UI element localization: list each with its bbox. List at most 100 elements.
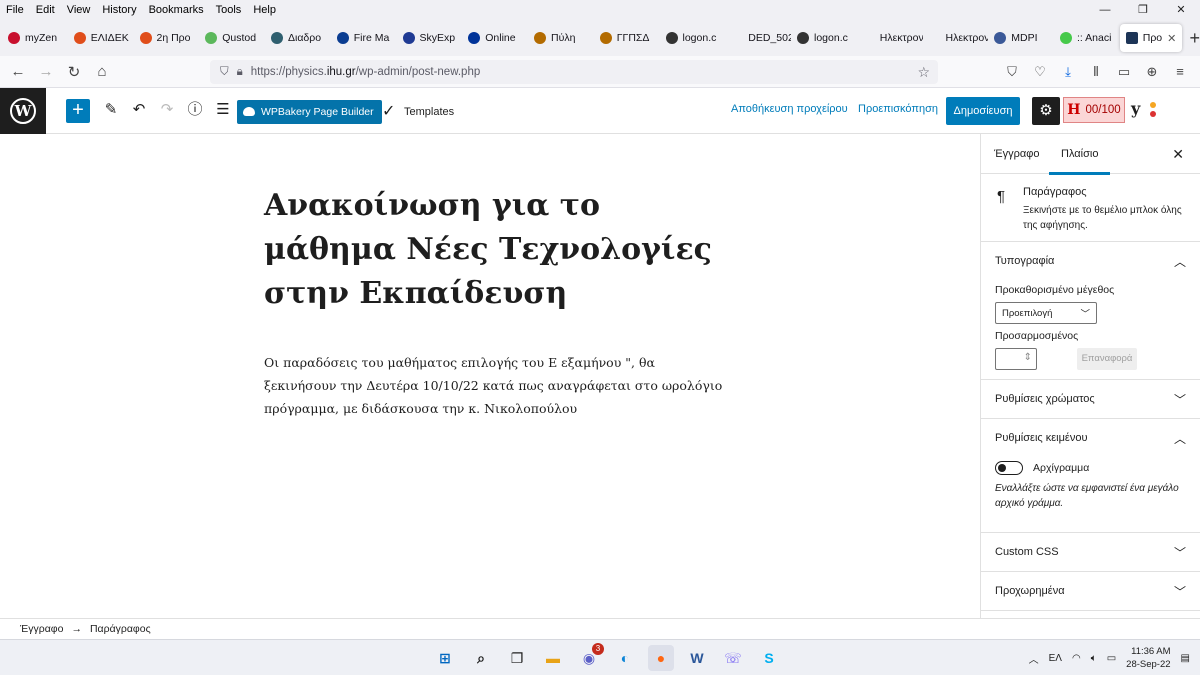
browser-tab[interactable]: Fire Ma [331,24,397,52]
paragraph-block[interactable]: Οι παραδόσεις του μαθήματος επιλογής του… [264,351,724,420]
browser-tab[interactable]: Διαδρο [265,24,331,52]
custom-size-row: Επαναφορά [995,348,1200,370]
browser-tab[interactable]: ΓΓΠΣΔ [594,24,660,52]
dropcap-help: Εναλλάξτε ώστε να εμφανιστεί ένα μεγάλο … [995,483,1179,509]
restore-icon[interactable]: ❐ [1124,0,1162,20]
file-explorer-icon[interactable]: ▬ [540,645,566,671]
url-text: https://physics.ihu.gr/wp-admin/post-new… [250,66,481,78]
sidebar-icon[interactable]: ▭ [1112,60,1136,84]
language-indicator[interactable]: ΕΛ [1049,653,1062,664]
browser-tab[interactable]: :: Anaci [1054,24,1120,52]
tab-close-icon[interactable]: ✕ [1167,32,1176,45]
tab-block[interactable]: Πλαίσιο [1048,148,1112,175]
color-settings-toggle[interactable]: Ρυθμίσεις χρώματος ﹀ [981,380,1200,418]
minimize-icon[interactable]: — [1086,0,1124,20]
back-icon[interactable]: ← [4,63,32,80]
browser-tab[interactable]: ΕΛΙΔΕΚ [68,24,134,52]
typography-toggle[interactable]: Τυπογραφία ︿ [981,242,1200,280]
breadcrumb-document[interactable]: Έγγραφο [20,623,63,635]
chat-icon[interactable]: ◉ 3 [576,643,604,671]
browser-tab[interactable]: Ηλεκτρονικ [923,24,988,52]
browser-tab[interactable]: Ηλεκτρονικ [857,24,923,52]
browser-tab[interactable]: Qustod [199,24,265,52]
list-view-icon[interactable]: ☰ [213,100,233,120]
clock[interactable]: 11:36 AM 28-Sep-22 [1126,645,1170,671]
browser-tab[interactable]: logon.c [791,24,857,52]
search-icon[interactable]: ⌕ [468,645,494,671]
skype-icon[interactable]: S [756,645,782,671]
publish-button[interactable]: Δημοσίευση [946,97,1020,125]
pocket-icon[interactable]: ⛉ [1000,60,1024,84]
redo-icon[interactable]: ↷ [157,100,177,120]
home-icon[interactable]: ⌂ [88,63,116,80]
browser-tab[interactable]: Πύλη [528,24,594,52]
browser-tab[interactable]: Online [462,24,528,52]
library-icon[interactable]: ⫴ [1084,60,1108,84]
preview-button[interactable]: Προεπισκόπηση [858,103,938,115]
word-icon[interactable]: W [684,645,710,671]
advanced-toggle[interactable]: Προχωρημένα ﹀ [981,572,1200,610]
new-tab-icon[interactable]: + [1190,24,1200,52]
menu-history[interactable]: History [96,0,142,20]
chevron-up-icon[interactable]: ︿ [1029,651,1039,666]
browser-tab[interactable]: DED_5027 [725,24,791,52]
extensions-icon[interactable]: ⊕ [1140,60,1164,84]
firefox-icon[interactable]: ● [648,645,674,671]
templates-button[interactable]: ✓ Templates [382,100,454,124]
edit-pencil-icon[interactable]: ✎ [101,100,121,120]
edge-icon[interactable]: ◐ [612,645,638,671]
tab-label: myZen [25,32,58,44]
wifi-icon[interactable]: ◠ [1072,653,1081,664]
browser-tab[interactable]: MDPI [988,24,1054,52]
wpbakery-button[interactable]: WPBakery Page Builder [237,100,382,124]
menu-edit[interactable]: Edit [30,0,61,20]
menu-tools[interactable]: Tools [210,0,248,20]
shield-check-icon[interactable]: ♡ [1028,60,1052,84]
lock-icon[interactable]: 🔒︎ [237,66,243,79]
color-settings-panel: Ρυθμίσεις χρώματος ﹀ [981,380,1200,419]
reload-icon[interactable]: ↻ [60,63,88,81]
download-icon[interactable]: ⤓ [1056,60,1080,84]
hamburger-menu-icon[interactable]: ≡ [1168,60,1192,84]
seo-score-button[interactable]: H 00/100 [1063,97,1125,123]
speaker-icon[interactable]: 🔈︎ [1091,653,1097,664]
add-block-button[interactable]: + [66,99,90,123]
dropcap-label: Αρχίγραμμα [1033,462,1090,474]
notification-icon[interactable]: ▤ [1181,653,1190,664]
browser-tab-active[interactable]: Προ ✕ [1119,24,1182,52]
custom-size-input[interactable] [995,348,1037,370]
menu-help[interactable]: Help [247,0,282,20]
undo-icon[interactable]: ↶ [129,100,149,120]
close-icon[interactable]: ✕ [1172,146,1184,163]
forward-icon[interactable]: → [32,63,60,80]
save-draft-button[interactable]: Αποθήκευση προχείρου [731,103,848,115]
bookmark-star-icon[interactable]: ☆ [917,64,930,81]
menu-file[interactable]: File [0,0,30,20]
browser-tab[interactable]: 2η Προ [134,24,200,52]
text-settings-panel: Ρυθμίσεις κειμένου ︿ Αρχίγραμμα Εναλλάξτ… [981,419,1200,533]
wordpress-logo-icon[interactable]: W [0,88,46,134]
dropcap-toggle[interactable] [995,461,1023,475]
menu-view[interactable]: View [61,0,97,20]
breadcrumb-paragraph[interactable]: Παράγραφος [90,623,151,635]
battery-icon[interactable]: ▭ [1107,653,1116,664]
post-title[interactable]: Ανακοίνωση για το μάθημα Νέες Τεχνολογίε… [264,184,724,316]
info-icon[interactable]: ⓘ [185,100,205,120]
settings-gear-icon[interactable]: ⚙ [1032,97,1060,125]
text-settings-toggle[interactable]: Ρυθμίσεις κειμένου ︿ [981,419,1200,457]
browser-tab[interactable]: myZen [2,24,68,52]
reset-button[interactable]: Επαναφορά [1077,348,1137,370]
close-window-icon[interactable]: ✕ [1162,0,1200,20]
yoast-icon[interactable]: y [1131,99,1161,123]
menu-bookmarks[interactable]: Bookmarks [143,0,210,20]
browser-tab[interactable]: SkyExp [397,24,463,52]
start-icon[interactable]: ⊞ [432,645,458,671]
task-view-icon[interactable]: ❐ [504,645,530,671]
custom-css-toggle[interactable]: Custom CSS ﹀ [981,533,1200,571]
url-bar[interactable]: ⛉ 🔒︎ https://physics.ihu.gr/wp-admin/pos… [210,60,938,84]
viber-icon[interactable]: ☏ [720,645,746,671]
tab-document[interactable]: Έγγραφο [994,148,1040,160]
shield-icon[interactable]: ⛉ [220,66,229,79]
browser-tab[interactable]: logon.c [660,24,726,52]
preset-size-select[interactable]: Προεπιλογή ﹀ [995,302,1097,324]
